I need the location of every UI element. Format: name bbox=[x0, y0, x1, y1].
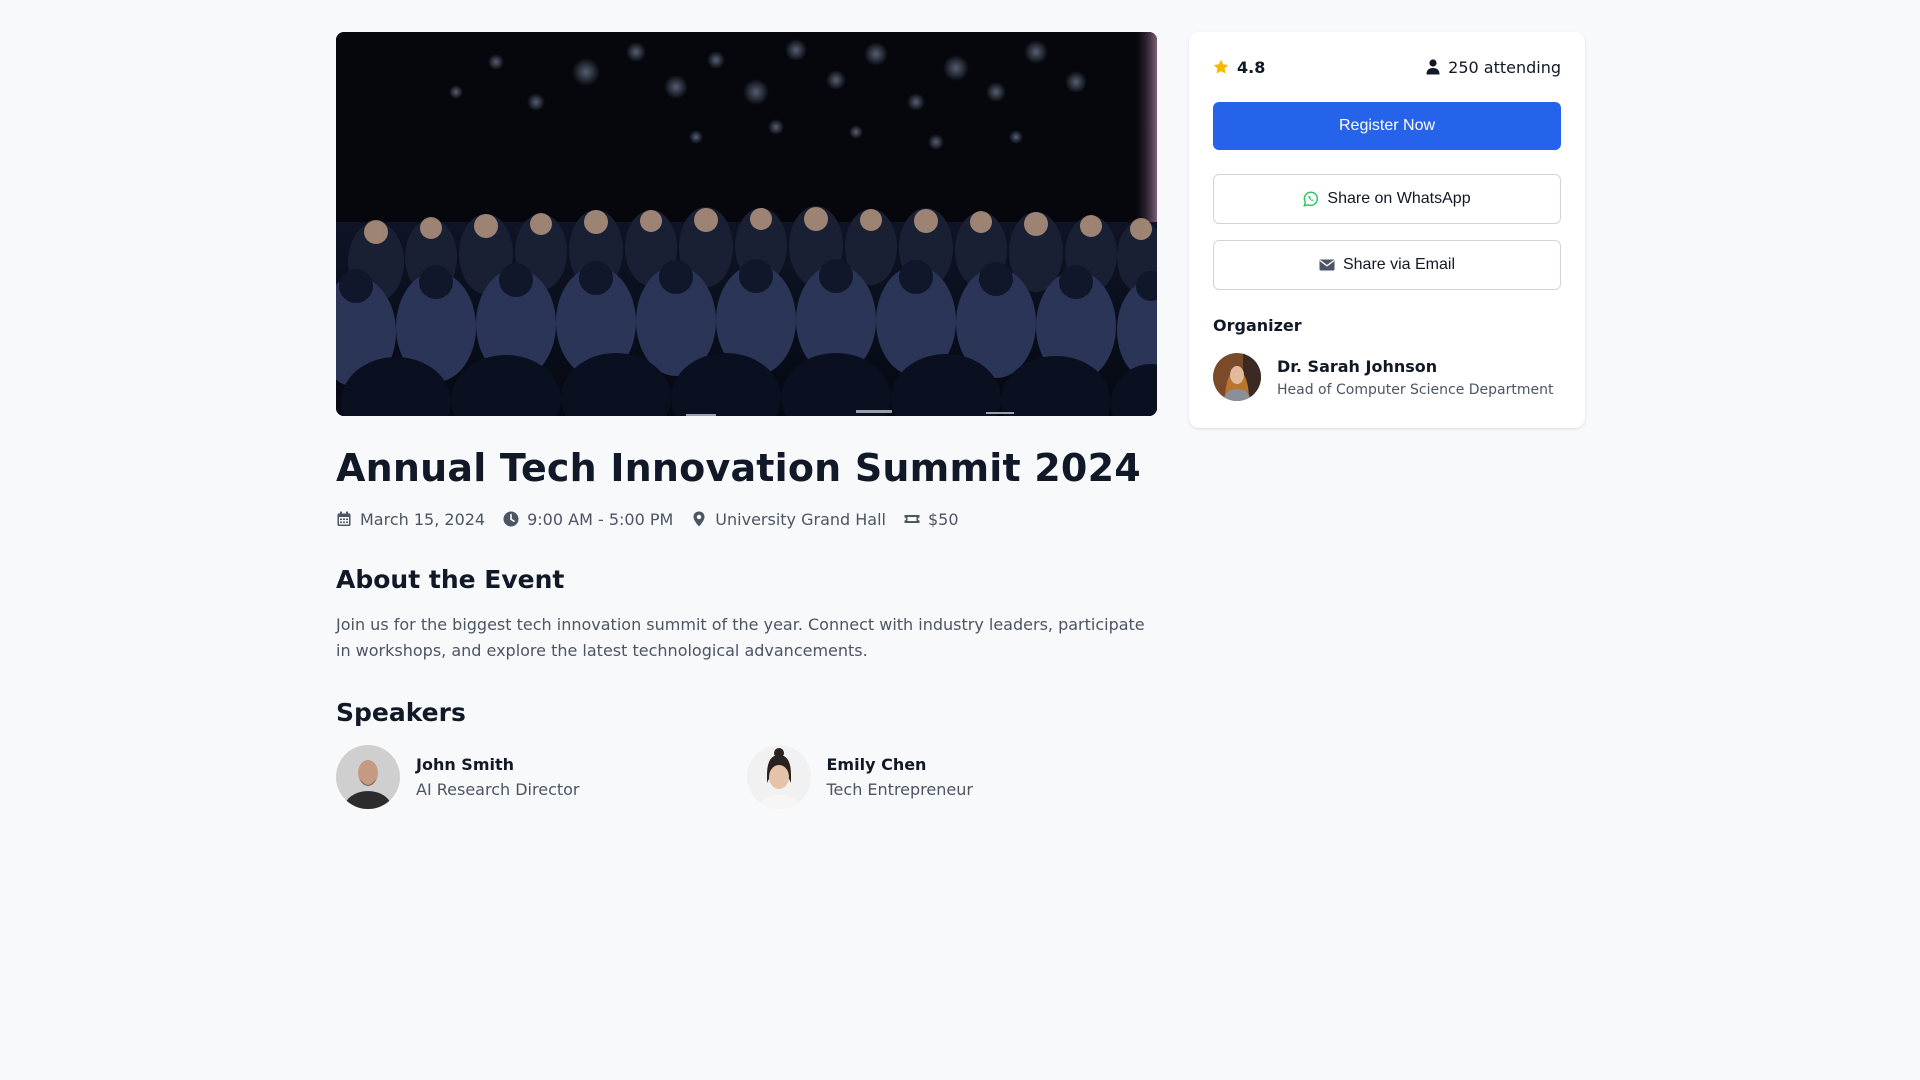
organizer-info: Dr. Sarah Johnson Head of Computer Scien… bbox=[1277, 357, 1554, 398]
organizer-name: Dr. Sarah Johnson bbox=[1277, 356, 1438, 376]
event-time: 9:00 AM - 5:00 PM bbox=[503, 510, 673, 529]
speaker-role: AI Research Director bbox=[416, 779, 580, 799]
event-time-text: 9:00 AM - 5:00 PM bbox=[527, 509, 674, 529]
event-title: Annual Tech Innovation Summit 2024 bbox=[336, 446, 1141, 490]
organizer-avatar bbox=[1213, 353, 1261, 401]
event-sidebar-card: 4.8 250 attending Register Now Share on … bbox=[1189, 32, 1585, 428]
about-text: Join us for the biggest tech innovation … bbox=[336, 614, 1145, 660]
speaker-info: John Smith AI Research Director bbox=[416, 755, 580, 799]
event-meta: March 15, 2024 9:00 AM - 5:00 PM Univers… bbox=[336, 510, 1157, 529]
event-stats: 4.8 250 attending bbox=[1213, 56, 1561, 78]
about-heading: About the Event bbox=[336, 564, 565, 594]
speaker-name: Emily Chen bbox=[826, 754, 927, 774]
organizer-role: Head of Computer Science Department bbox=[1277, 381, 1554, 398]
event-rating: 4.8 bbox=[1213, 58, 1265, 77]
organizer-card: Dr. Sarah Johnson Head of Computer Scien… bbox=[1213, 353, 1561, 401]
share-email-button[interactable]: Share via Email bbox=[1213, 240, 1561, 290]
speaker-card: John Smith AI Research Director bbox=[336, 744, 747, 809]
event-main: Annual Tech Innovation Summit 2024 March… bbox=[336, 32, 1157, 809]
speaker-role: Tech Entrepreneur bbox=[826, 779, 973, 799]
event-price-text: $50 bbox=[927, 509, 959, 529]
event-hero-image bbox=[336, 32, 1157, 416]
clock-icon bbox=[503, 511, 519, 527]
event-location: University Grand Hall bbox=[691, 510, 886, 529]
organizer-heading: Organizer bbox=[1213, 316, 1302, 335]
event-price: $50 bbox=[904, 510, 959, 529]
map-pin-icon bbox=[693, 511, 705, 527]
star-icon bbox=[1213, 59, 1229, 74]
user-icon bbox=[1426, 59, 1440, 75]
event-page: Annual Tech Innovation Summit 2024 March… bbox=[0, 0, 1920, 1080]
share-whatsapp-button[interactable]: Share on WhatsApp bbox=[1213, 174, 1561, 224]
whatsapp-icon bbox=[1303, 191, 1319, 207]
speaker-avatar bbox=[336, 744, 400, 809]
audience-illustration bbox=[336, 32, 1157, 416]
event-attending: 250 attending bbox=[1426, 58, 1561, 77]
event-rating-value: 4.8 bbox=[1237, 57, 1266, 77]
speaker-card: Emily Chen Tech Entrepreneur bbox=[746, 744, 1158, 809]
register-button[interactable]: Register Now bbox=[1213, 102, 1561, 150]
event-date: March 15, 2024 bbox=[336, 510, 485, 529]
event-date-text: March 15, 2024 bbox=[360, 509, 486, 529]
calendar-icon bbox=[337, 511, 351, 527]
speaker-name: John Smith bbox=[416, 754, 515, 774]
ticket-icon bbox=[904, 515, 920, 524]
share-email-label: Share via Email bbox=[1342, 256, 1456, 273]
speaker-info: Emily Chen Tech Entrepreneur bbox=[827, 755, 973, 799]
speaker-avatar bbox=[746, 744, 811, 809]
share-whatsapp-label: Share on WhatsApp bbox=[1327, 190, 1471, 207]
event-location-text: University Grand Hall bbox=[715, 509, 886, 529]
event-attending-text: 250 attending bbox=[1448, 57, 1561, 77]
envelope-icon bbox=[1319, 259, 1335, 271]
speakers-heading: Speakers bbox=[336, 697, 466, 727]
speakers-list: John Smith AI Research Director Emily Ch… bbox=[336, 744, 1158, 809]
